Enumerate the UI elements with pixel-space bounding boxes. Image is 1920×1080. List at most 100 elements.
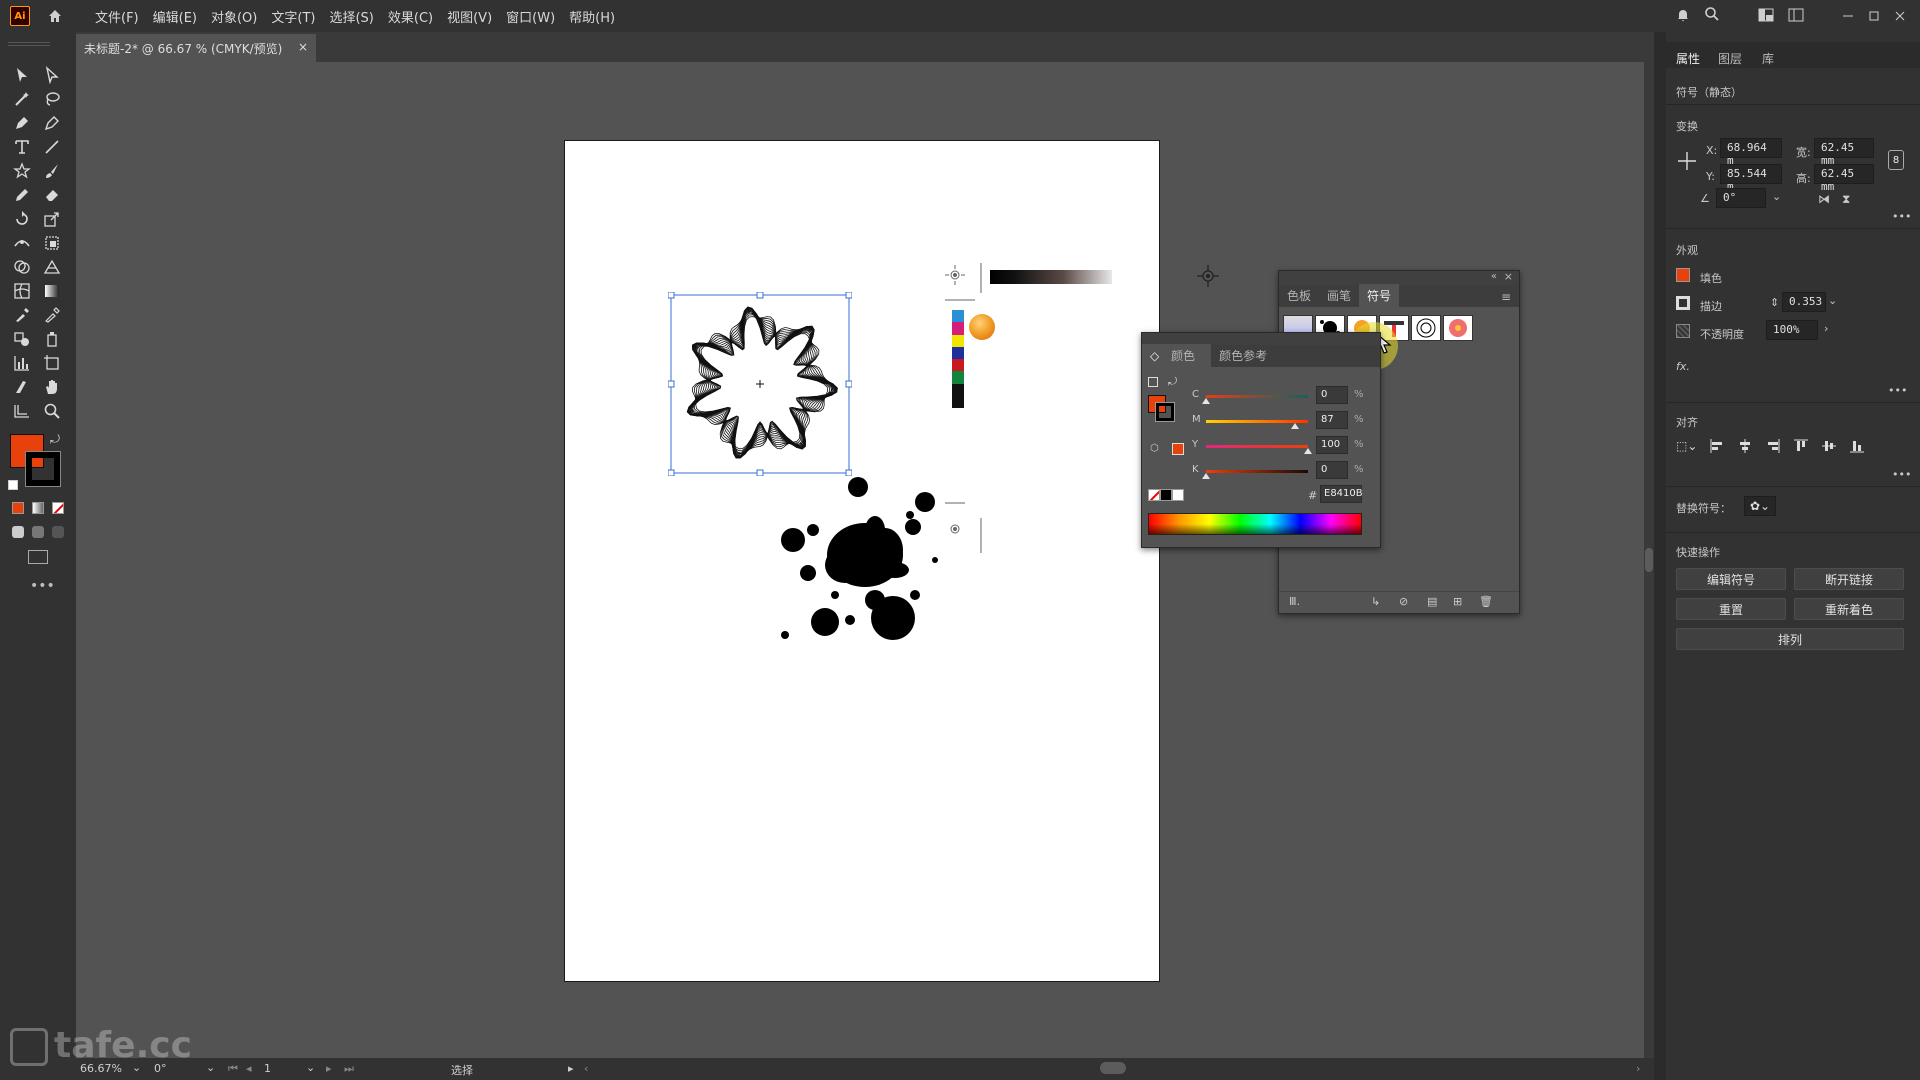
flip-horizontal-icon[interactable]: ⧒ [1818, 192, 1830, 206]
eyedropper-tool-icon[interactable] [10, 304, 34, 326]
rotation-dropdown-icon[interactable]: ⌄ [206, 1061, 215, 1074]
height-field[interactable]: 62.45 mm [1814, 164, 1874, 193]
close-tab-icon[interactable]: × [298, 40, 308, 56]
fx-icon[interactable]: fx. [1676, 360, 1690, 373]
black-swatch[interactable] [1160, 489, 1172, 501]
stroke-dropdown-icon[interactable]: ⌄ [1828, 294, 1837, 307]
gamut-swatch[interactable] [1172, 443, 1184, 455]
magenta-thumb[interactable] [1290, 423, 1299, 429]
draw-inside-icon[interactable] [52, 526, 64, 538]
column-graph-tool-icon[interactable] [10, 352, 34, 374]
symbol-sprayer-tool-icon[interactable] [40, 328, 64, 350]
magic-wand-tool-icon[interactable] [10, 88, 34, 110]
gradient-mode-icon[interactable] [32, 502, 44, 514]
new-symbol-icon[interactable]: ⊞ [1453, 595, 1462, 608]
align-vcenter-icon[interactable] [1821, 438, 1837, 454]
screen-mode-icon[interactable] [28, 550, 48, 564]
out-of-gamut-icon[interactable]: ⬡ [1150, 443, 1159, 454]
white-swatch[interactable] [1172, 489, 1184, 501]
collapse-panel-icon[interactable]: « [1491, 271, 1497, 282]
next-artboard-icon[interactable]: ▸ [326, 1062, 332, 1075]
yellow-thumb[interactable] [1304, 448, 1312, 454]
black-thumb[interactable] [1202, 473, 1210, 479]
orange-sphere-symbol[interactable] [969, 314, 995, 340]
toolbar-grip[interactable] [8, 42, 50, 46]
search-icon[interactable] [1704, 6, 1720, 26]
default-colors-icon[interactable] [8, 480, 18, 490]
appearance-stroke-swatch[interactable] [1676, 296, 1690, 310]
print-tiling-tool-icon[interactable] [10, 400, 34, 422]
measure-tool-icon[interactable] [40, 304, 64, 326]
symbol-options-icon[interactable]: ▤ [1427, 595, 1437, 608]
vertical-scrollbar[interactable] [1644, 62, 1654, 1058]
direct-selection-tool-icon[interactable] [40, 64, 64, 86]
scroll-left-icon[interactable]: ‹ [584, 1062, 588, 1075]
paintbrush-tool-icon[interactable] [40, 160, 64, 182]
slider-yellow[interactable]: Y 100 % [1192, 436, 1372, 454]
y-field[interactable]: 85.544 m [1720, 164, 1782, 193]
align-right-icon[interactable] [1765, 438, 1781, 454]
close-window-icon[interactable] [1894, 7, 1906, 26]
home-icon[interactable] [44, 5, 66, 27]
replace-symbol-dropdown[interactable]: ✿⌄ [1744, 496, 1776, 516]
symbols-panel-header[interactable]: « × [1279, 270, 1519, 285]
stroke-weight-field[interactable]: 0.353 [1782, 292, 1826, 312]
tab-properties[interactable]: 属性 [1676, 50, 1700, 67]
scale-tool-icon[interactable] [40, 208, 64, 230]
menu-file[interactable]: 文件(F) [88, 7, 146, 26]
artboard-tool-icon[interactable] [40, 352, 64, 374]
vertical-scroll-thumb[interactable] [1645, 548, 1653, 572]
draw-behind-icon[interactable] [32, 526, 44, 538]
none-swatch[interactable] [1148, 489, 1160, 501]
opacity-field[interactable]: 100% [1766, 320, 1818, 340]
eraser-tool-icon[interactable] [40, 184, 64, 206]
appearance-fill-swatch[interactable] [1676, 268, 1690, 282]
slice-tool-icon[interactable] [10, 376, 34, 398]
maximize-icon[interactable] [1868, 7, 1880, 26]
artboard-dropdown-icon[interactable]: ⌄ [306, 1061, 315, 1074]
type-tool-icon[interactable] [10, 136, 34, 158]
grayscale-symbol[interactable] [990, 270, 1112, 284]
mesh-tool-icon[interactable] [10, 280, 34, 302]
hex-input[interactable]: E8410B [1320, 485, 1363, 503]
line-segment-tool-icon[interactable] [40, 136, 64, 158]
color-spectrum[interactable] [1148, 513, 1362, 535]
arrange-documents-icon[interactable] [1788, 7, 1804, 26]
swap-icon[interactable]: ⤾ [1168, 375, 1177, 389]
recolor-button[interactable]: 重新着色 [1794, 598, 1904, 620]
lasso-tool-icon[interactable] [40, 88, 64, 110]
blend-tool-icon[interactable] [10, 328, 34, 350]
prev-artboard-icon[interactable]: ◂ [246, 1062, 252, 1075]
constrain-proportions-icon[interactable]: 8 [1888, 150, 1904, 170]
minimize-icon[interactable] [1842, 7, 1854, 26]
align-top-icon[interactable] [1793, 438, 1809, 454]
align-hcenter-icon[interactable] [1737, 438, 1753, 454]
draw-normal-icon[interactable] [12, 526, 24, 538]
opacity-arrow-icon[interactable]: › [1824, 322, 1828, 335]
tab-layers[interactable]: 图层 [1718, 50, 1742, 67]
angle-field[interactable]: 0° [1716, 188, 1766, 208]
last-artboard-icon[interactable]: ⏭ [344, 1062, 354, 1076]
free-transform-tool-icon[interactable] [40, 232, 64, 254]
black-track[interactable] [1206, 470, 1308, 473]
stroke-stepper-icon[interactable]: ⇕ [1770, 296, 1779, 309]
menu-edit[interactable]: 编辑(E) [146, 7, 204, 26]
hand-tool-icon[interactable] [40, 376, 64, 398]
guilloche-symbol[interactable] [668, 292, 852, 476]
swap-fill-stroke-icon[interactable]: ⤾ [50, 432, 60, 447]
more-align-icon[interactable]: ••• [1892, 468, 1911, 481]
symbol-libraries-icon[interactable]: Ⅲ. [1289, 595, 1300, 608]
slider-black[interactable]: K 0 % [1192, 461, 1372, 479]
color-stroke-swatch[interactable] [1155, 402, 1175, 422]
workspace-icon[interactable] [1758, 7, 1774, 26]
reset-button[interactable]: 重置 [1676, 598, 1786, 620]
color-bar-symbol[interactable] [952, 310, 964, 408]
selection-tool-icon[interactable] [10, 64, 34, 86]
tab-libraries[interactable]: 库 [1762, 50, 1774, 67]
pencil-tool-icon[interactable] [10, 184, 34, 206]
menu-type[interactable]: 文字(T) [264, 7, 322, 26]
edit-toolbar-icon[interactable]: ••• [30, 578, 55, 594]
yellow-value[interactable]: 100 [1316, 436, 1348, 454]
arrange-button[interactable]: 排列 [1676, 628, 1904, 650]
more-appearance-icon[interactable]: ••• [1888, 384, 1907, 397]
